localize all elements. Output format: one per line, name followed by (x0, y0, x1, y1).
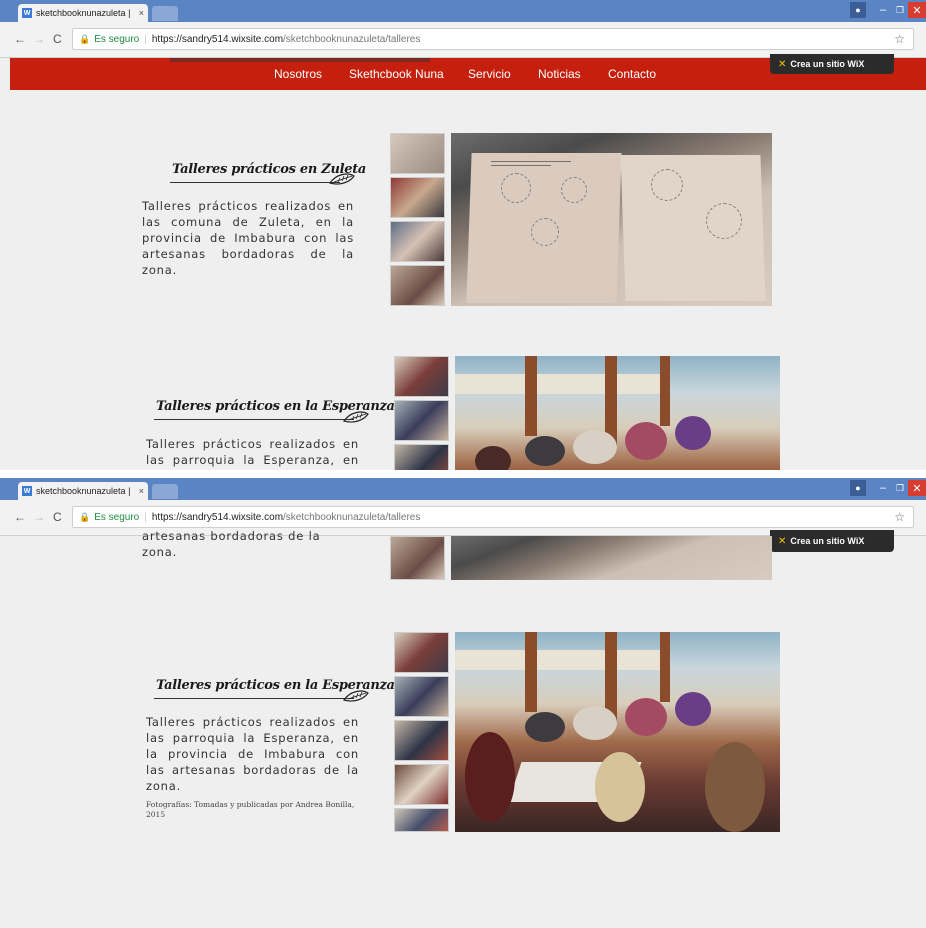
wix-logo-icon: ✕ (778, 58, 787, 70)
minimize-icon[interactable]: – (876, 480, 890, 496)
gallery-thumbnail[interactable] (394, 400, 449, 441)
menu-item-sketchbook[interactable]: Skethcbook Nuna (349, 67, 444, 81)
browser-window-top: W sketchbooknunazuleta | × ● – ❐ ✕ ← → C… (0, 0, 926, 470)
gallery-thumbnail[interactable] (394, 356, 449, 397)
menu-item-servicio[interactable]: Servicio (468, 67, 511, 81)
wix-banner-label: Crea un sitio WiX (790, 59, 865, 69)
menu-item-contacto[interactable]: Contacto (608, 67, 656, 81)
feather-icon (343, 690, 369, 702)
header-image-strip (170, 58, 430, 62)
restore-icon[interactable]: ❐ (893, 2, 907, 18)
url-separator: | (144, 511, 147, 523)
wix-banner[interactable]: ✕ Crea un sitio WiX (770, 54, 894, 74)
reload-icon[interactable]: C (53, 32, 62, 46)
gallery-thumbnail[interactable] (390, 221, 445, 262)
section-description-esperanza: Talleres prácticos realizados en las par… (146, 715, 359, 793)
address-toolbar: ← → C 🔒 Es seguro | https://sandry514.wi… (0, 22, 926, 58)
close-window-icon[interactable]: ✕ (908, 480, 926, 496)
screenshot-separator (0, 470, 926, 478)
secure-label: Es seguro (94, 511, 140, 523)
browser-title-bar: W sketchbooknunazuleta | × ● – ❐ ✕ (0, 478, 926, 500)
gallery-thumbnail[interactable] (390, 133, 445, 174)
url-path: /sketchbooknunazuleta/talleres (283, 33, 421, 45)
site-content: ✕ Crea un sitio WiX artesanas bordadoras… (10, 529, 926, 928)
forward-arrow-icon[interactable]: → (33, 32, 45, 46)
url-host: https://sandry514.wixsite.com (151, 511, 284, 523)
lock-icon: 🔒 (79, 33, 91, 44)
url-bar[interactable]: 🔒 Es seguro | https://sandry514.wixsite.… (72, 506, 914, 528)
bookmark-star-icon[interactable]: ☆ (894, 32, 905, 46)
wix-icon: W (22, 486, 32, 496)
section-description-fragment: artesanas bordadoras de la (142, 529, 321, 543)
gallery-main-photo[interactable] (455, 356, 780, 470)
new-tab-button[interactable] (152, 6, 178, 21)
feather-icon (343, 411, 369, 423)
secure-label: Es seguro (94, 33, 140, 45)
minimize-icon[interactable]: – (876, 2, 890, 18)
menu-item-noticias[interactable]: Noticias (538, 67, 581, 81)
menu-item-nosotros[interactable]: Nosotros (274, 67, 322, 81)
photo-credit: Fotografías: Tomadas y publicadas por An… (146, 800, 355, 819)
gallery-main-photo[interactable] (455, 632, 780, 832)
back-arrow-icon[interactable]: ← (14, 510, 26, 524)
bookmark-star-icon[interactable]: ☆ (894, 510, 905, 524)
browser-tab[interactable]: W sketchbooknunazuleta | × (18, 4, 148, 22)
section-description-esperanza: Talleres prácticos realizados en las par… (146, 437, 359, 470)
url-host: https://sandry514.wixsite.com (151, 33, 284, 45)
gallery-main-photo[interactable] (451, 133, 772, 306)
wix-logo-icon: ✕ (778, 535, 787, 547)
title-underline (154, 419, 354, 420)
url-path: /sketchbooknunazuleta/talleres (283, 511, 421, 523)
forward-arrow-icon[interactable]: → (33, 510, 45, 524)
reload-icon[interactable]: C (53, 510, 62, 524)
title-underline (154, 698, 354, 699)
gallery-thumbnail[interactable] (390, 265, 445, 306)
feather-icon (329, 173, 355, 185)
url-separator: | (144, 33, 147, 45)
user-profile-icon[interactable]: ● (850, 2, 866, 18)
browser-tab[interactable]: W sketchbooknunazuleta | × (18, 482, 148, 500)
gallery-thumbnail[interactable] (390, 536, 445, 580)
user-profile-icon[interactable]: ● (850, 480, 866, 496)
tab-title: sketchbooknunazuleta | (36, 486, 131, 496)
close-tab-icon[interactable]: × (139, 8, 144, 18)
site-content: Nosotros Skethcbook Nuna Servicio Notici… (10, 54, 926, 470)
gallery-thumbnail[interactable] (394, 764, 449, 805)
restore-icon[interactable]: ❐ (893, 480, 907, 496)
gallery-thumbnail[interactable] (394, 444, 449, 470)
section-description-fragment-end: zona. (142, 545, 178, 559)
back-arrow-icon[interactable]: ← (14, 32, 26, 46)
wix-banner-label: Crea un sitio WiX (790, 536, 865, 546)
browser-title-bar: W sketchbooknunazuleta | × ● – ❐ ✕ (0, 0, 926, 22)
gallery-main-photo[interactable] (451, 536, 772, 580)
gallery-thumbnail[interactable] (394, 676, 449, 717)
url-bar[interactable]: 🔒 Es seguro | https://sandry514.wixsite.… (72, 28, 914, 50)
tab-title: sketchbooknunazuleta | (36, 8, 131, 18)
gallery-thumbnail[interactable] (390, 177, 445, 218)
title-underline (170, 182, 340, 183)
gallery-thumbnail[interactable] (394, 632, 449, 673)
lock-icon: 🔒 (79, 511, 91, 522)
new-tab-button[interactable] (152, 484, 178, 499)
gallery-thumbnail[interactable] (394, 808, 449, 832)
browser-window-bottom: W sketchbooknunazuleta | × ● – ❐ ✕ ← → C… (0, 478, 926, 928)
wix-banner[interactable]: ✕ Crea un sitio WiX (770, 530, 894, 552)
wix-icon: W (22, 8, 32, 18)
close-window-icon[interactable]: ✕ (908, 2, 926, 18)
gallery-thumbnail[interactable] (394, 720, 449, 761)
close-tab-icon[interactable]: × (139, 486, 144, 496)
section-description-zuleta: Talleres prácticos realizados en las com… (142, 199, 354, 277)
